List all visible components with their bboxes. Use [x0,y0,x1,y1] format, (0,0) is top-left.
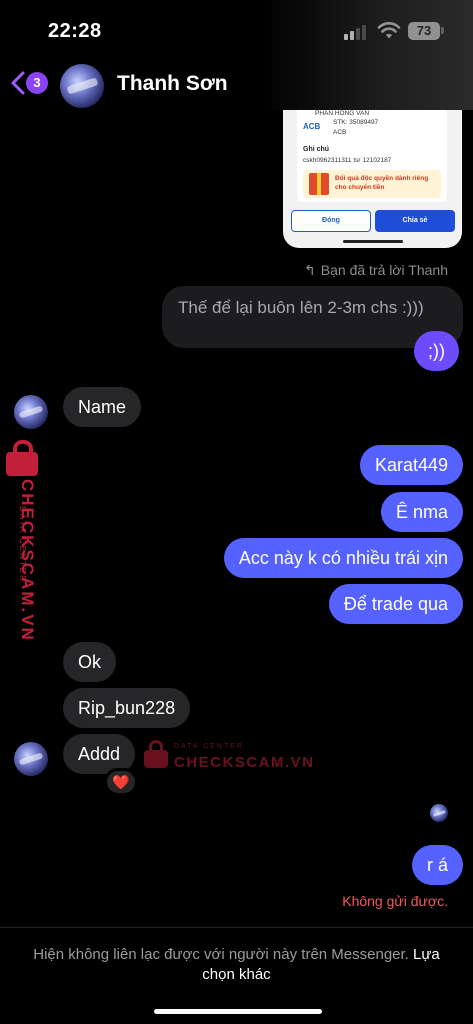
send-failed-label[interactable]: Không gửi được. [342,893,448,909]
unavailable-notice: Hiện không liên lạc được với người này t… [20,945,453,985]
outgoing-message[interactable]: Để trade qua [328,584,463,624]
receipt-note-label: Ghi chú [303,146,330,153]
receipt-account: STK: 35089497 [333,119,379,126]
receipt-bank: ACB [333,129,347,136]
shared-image[interactable]: PHAN HONG VAN ACB STK: 35089497 ACB Ghi … [283,110,462,248]
bank-logo: ACB [303,122,321,131]
back-chevron-icon[interactable] [8,70,28,96]
incoming-message[interactable]: Rip_bun228 [63,688,191,728]
lock-icon [6,440,38,476]
outgoing-message[interactable]: Acc này k có nhiều trái xịn [223,538,463,578]
contact-avatar-small[interactable] [14,395,48,429]
chat-header: 3 Thanh Sơn [0,58,473,110]
contact-avatar[interactable] [60,64,104,108]
receipt-note-value: cskh0962311311 tsr 12102187 [303,157,392,164]
watermark-horizontal: DATA CENTER CHECKSCAM.VN [140,736,313,776]
image-home-indicator [343,240,403,243]
promo-text: Đổi quà độc quyền dành riêng cho chuyển … [335,175,429,191]
promo-banner: Đổi quà độc quyền dành riêng cho chuyển … [303,170,441,198]
share-button: Chia sẻ [375,210,455,232]
home-indicator[interactable] [154,1009,322,1014]
lock-icon [144,740,168,768]
reply-label: ↰ Bạn đã trả lời Thanh [304,262,448,279]
outgoing-message-failed[interactable]: r á [411,845,463,885]
footer-divider [0,927,473,928]
outgoing-message[interactable]: Karat449 [359,445,463,485]
reply-arrow-icon: ↰ [304,262,316,278]
incoming-message[interactable]: Ok [63,642,117,682]
heart-reaction-icon[interactable]: ❤️ [104,768,138,796]
watermark-sub: DATA CENTER [174,743,244,750]
seen-avatar [430,804,448,822]
watermark-vertical: DATA CENTER CHECKSCAM.VN [4,440,52,642]
outgoing-message[interactable]: ;)) [414,331,459,371]
unavailable-text: Hiện không liên lạc được với người này t… [33,946,409,963]
receipt-name: PHAN HONG VAN [315,110,370,117]
unread-badge[interactable]: 3 [26,72,48,94]
transfer-receipt-card: PHAN HONG VAN ACB STK: 35089497 ACB Ghi … [297,110,447,202]
watermark-main: CHECKSCAM.VN [174,754,315,771]
watermark-main: CHECKSCAM.VN [18,479,37,642]
reply-label-text: Bạn đã trả lời Thanh [320,262,448,278]
close-button: Đóng [291,210,371,232]
gift-icon [309,173,329,195]
status-time: 22:28 [48,20,102,42]
incoming-message[interactable]: Name [63,387,142,427]
contact-name[interactable]: Thanh Sơn [117,72,228,96]
contact-avatar-small[interactable] [14,742,48,776]
outgoing-message[interactable]: Ê nma [380,492,463,532]
